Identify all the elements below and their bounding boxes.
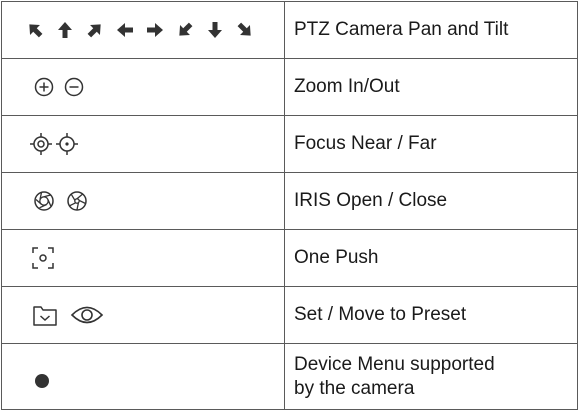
table-row: IRIS Open / Close: [1, 172, 578, 230]
table-row: PTZ Camera Pan and Tilt: [1, 1, 578, 59]
one-push-icon: [32, 247, 54, 269]
icon-cell: [1, 58, 285, 116]
description-cell: Focus Near / Far: [284, 115, 578, 173]
focus-far-icon: [56, 133, 78, 155]
iris-open-icon: [34, 191, 54, 211]
table-row: Zoom In/Out: [1, 58, 578, 116]
description-cell: PTZ Camera Pan and Tilt: [284, 1, 578, 59]
icon-cell: [1, 172, 285, 230]
device-menu-dot-icon: [35, 373, 49, 388]
legend-table: PTZ Camera Pan and Tilt Zoom In/Out Focu…: [1, 1, 578, 410]
table-row: One Push: [1, 229, 578, 287]
table-row: Set / Move to Preset: [1, 286, 578, 344]
icon-cell: [1, 115, 285, 173]
zoom-out-icon: [64, 77, 84, 97]
description-cell: Zoom In/Out: [284, 58, 578, 116]
iris-close-icon: [67, 191, 87, 211]
description-cell: Device Menu supported by the camera: [284, 343, 578, 410]
icon-cell: [1, 286, 285, 344]
icon-cell: [1, 343, 285, 410]
set-preset-icon: [33, 306, 57, 326]
move-to-preset-icon: [70, 306, 104, 324]
zoom-in-icon: [34, 77, 54, 97]
icon-cell: [1, 1, 285, 59]
table-row: Device Menu supported by the camera: [1, 343, 578, 410]
ptz-directional-arrows-icon: [29, 22, 251, 38]
focus-near-icon: [30, 133, 52, 155]
description-cell: One Push: [284, 229, 578, 287]
description-cell: Set / Move to Preset: [284, 286, 578, 344]
table-row: Focus Near / Far: [1, 115, 578, 173]
icon-cell: [1, 229, 285, 287]
description-cell: IRIS Open / Close: [284, 172, 578, 230]
